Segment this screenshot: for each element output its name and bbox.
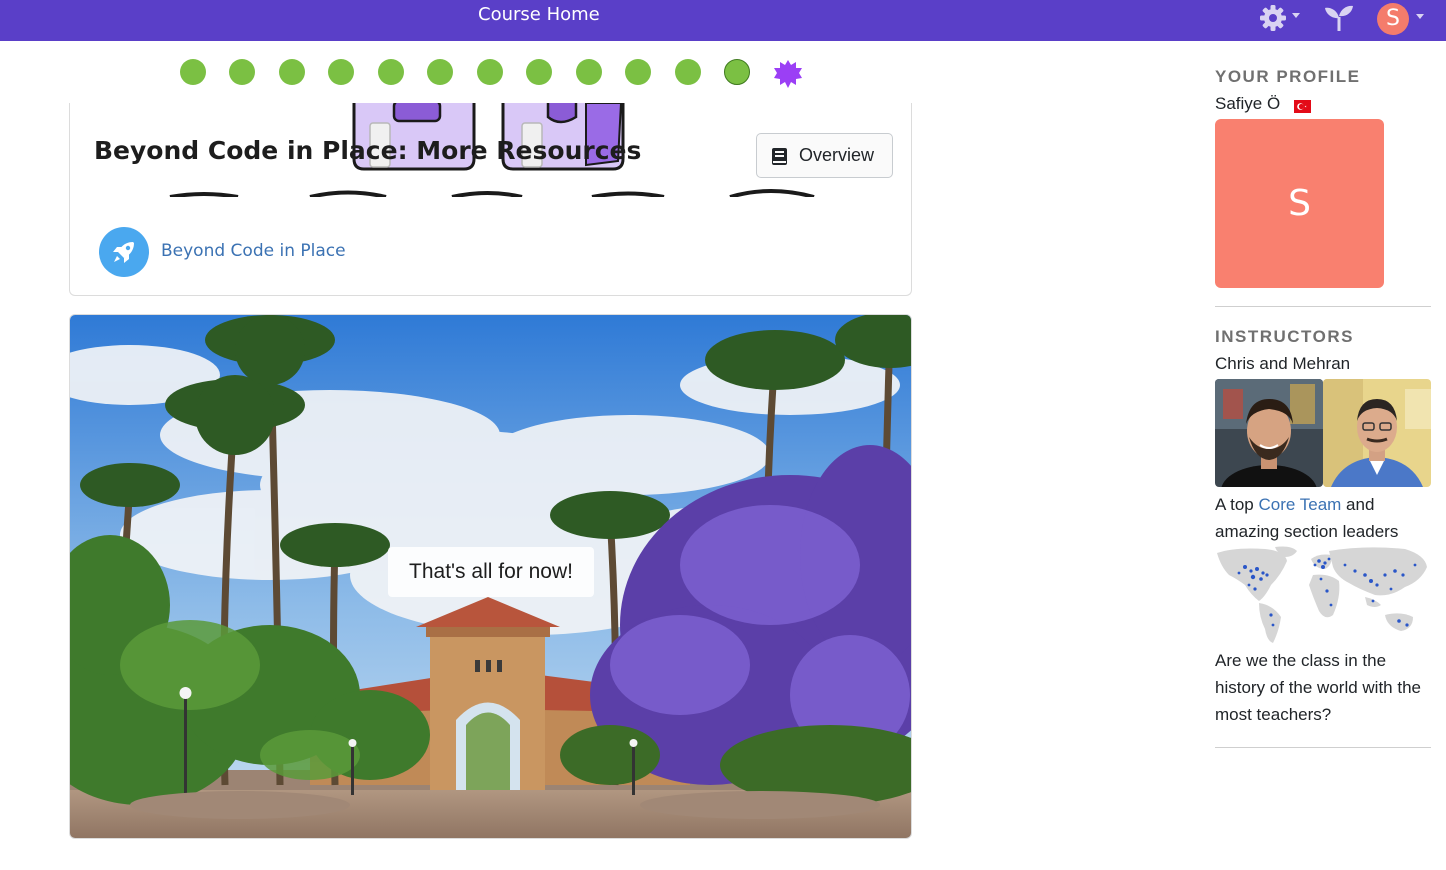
book-icon [772, 148, 787, 165]
lesson-progress-dots [180, 59, 810, 89]
user-menu[interactable]: S [1377, 3, 1427, 35]
sidebar-divider [1215, 306, 1431, 307]
world-map-section-leaders [1215, 545, 1431, 647]
lesson-card-more-resources: Beyond Code in Place: More Resources Ove… [69, 103, 912, 296]
core-team-link[interactable]: Core Team [1258, 495, 1341, 514]
avatar: S [1377, 3, 1409, 35]
top-navbar: Course Home S [0, 0, 1446, 41]
profile-name[interactable]: Safiye Ö [1215, 94, 1280, 114]
progress-dot[interactable] [427, 59, 453, 85]
thats-all-caption: That's all for now! [388, 547, 594, 597]
nav-title-course-home[interactable]: Course Home [478, 4, 600, 26]
team-description: A top Core Team and amazing section lead… [1215, 491, 1431, 545]
overview-button-label: Overview [799, 145, 875, 165]
overview-button[interactable]: Overview [756, 133, 893, 178]
sprout-icon [1325, 5, 1353, 31]
rocket-icon [113, 242, 134, 263]
instructors-names: Chris and Mehran [1215, 354, 1351, 373]
progress-dot[interactable] [328, 59, 354, 85]
progress-dot[interactable] [378, 59, 404, 85]
progress-dot[interactable] [229, 59, 255, 85]
sidebar-divider [1215, 747, 1431, 748]
progress-dot[interactable] [526, 59, 552, 85]
rocket-icon-circle[interactable] [99, 227, 149, 277]
progress-dot[interactable] [625, 59, 651, 85]
instructor-photo-chris [1215, 379, 1323, 487]
completion-badge-icon[interactable] [773, 59, 803, 89]
end-of-course-card: That's all for now! [69, 314, 912, 839]
sprout-menu[interactable] [1323, 3, 1355, 33]
lesson-title: Beyond Code in Place: More Resources [94, 136, 642, 165]
progress-dot[interactable] [180, 59, 206, 85]
chevron-down-icon [1416, 14, 1424, 19]
settings-menu[interactable] [1258, 3, 1302, 33]
profile-avatar[interactable]: S [1215, 119, 1384, 288]
gear-icon [1260, 5, 1286, 31]
most-teachers-text: Are we the class in the history of the w… [1215, 651, 1421, 724]
beyond-code-in-place-link[interactable]: Beyond Code in Place [161, 240, 346, 262]
turkey-flag-icon [1294, 100, 1311, 113]
your-profile-heading: YOUR PROFILE [1215, 67, 1361, 86]
progress-dot-current[interactable] [724, 59, 750, 85]
progress-dot[interactable] [477, 59, 503, 85]
instructor-photo-mehran [1323, 379, 1431, 487]
progress-dot[interactable] [576, 59, 602, 85]
team-prefix-text: A top [1215, 495, 1259, 514]
progress-dot[interactable] [279, 59, 305, 85]
progress-dot[interactable] [675, 59, 701, 85]
chevron-down-icon [1292, 13, 1300, 18]
instructors-heading: INSTRUCTORS [1215, 327, 1354, 346]
